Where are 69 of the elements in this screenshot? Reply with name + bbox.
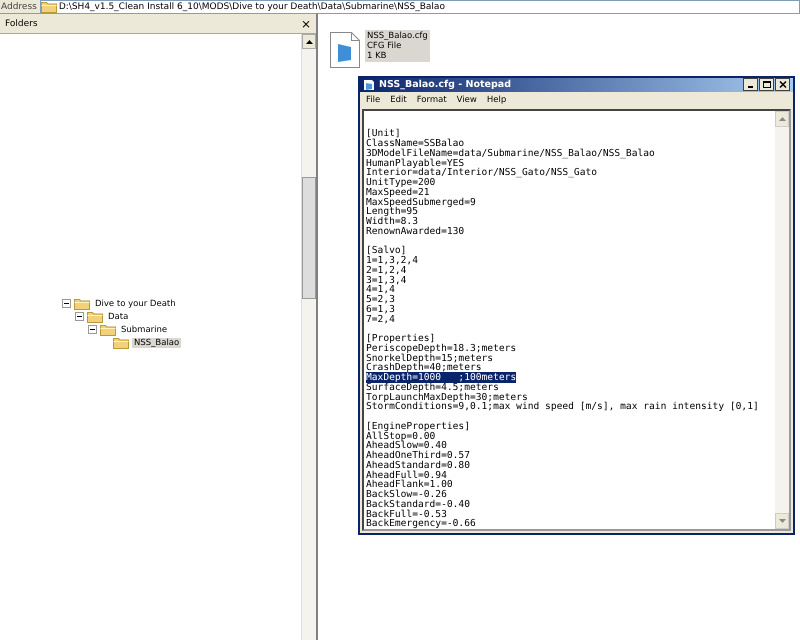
collapse-toggle-icon[interactable] xyxy=(88,325,97,334)
text-line: [Salvo] xyxy=(366,245,406,256)
tree-item[interactable]: Data xyxy=(106,312,130,322)
text-line: 6=1,3 xyxy=(366,304,395,315)
text-line: AheadOneThird=0.57 xyxy=(366,450,470,461)
text-line: SurfaceDepth=4.5;meters xyxy=(366,382,499,393)
maximize-icon[interactable] xyxy=(759,78,774,92)
folder-icon xyxy=(74,297,90,310)
folder-icon xyxy=(87,310,103,323)
scroll-up-icon[interactable] xyxy=(302,34,316,49)
text-line: Length=95 xyxy=(366,206,418,218)
text-line: 4=1,4 xyxy=(366,284,395,296)
address-field[interactable]: D:\SH4_v1.5_Clean Install 6_10\MODS\Dive to your Death\Data\Submarine\NSS_Balao xyxy=(40,0,800,13)
folder-icon xyxy=(113,336,129,349)
text-line: PeriscopeDepth=18.3;meters xyxy=(366,342,516,354)
text-line: AheadSlow=0.40 xyxy=(366,440,447,452)
window-title: NSS_Balao.cfg - Notepad xyxy=(379,79,512,90)
text-line: HumanPlayable=YES xyxy=(366,158,464,168)
scroll-thumb[interactable] xyxy=(302,177,316,299)
text-line: 5=2,3 xyxy=(366,294,395,305)
text-line: MaxSpeedSubmerged=9 xyxy=(366,196,476,208)
text-line: UnitType=200 xyxy=(366,177,436,188)
text-line: 3=1,3,4 xyxy=(366,274,406,286)
address-label: Address xyxy=(1,2,37,12)
folder-icon xyxy=(100,323,116,336)
text-line: BackStandard=-0.40 xyxy=(366,498,470,510)
text-line: AheadFull=0.94 xyxy=(366,470,447,480)
tree-item[interactable]: Dive to your Death xyxy=(93,298,178,308)
close-icon[interactable] xyxy=(775,78,790,92)
text-line: BackSlow=-0.26 xyxy=(366,489,447,500)
text-line: BackEmergency=-0.66 xyxy=(366,518,476,530)
file-label[interactable]: NSS_Balao.cfg CFG File 1 KB xyxy=(365,30,430,62)
text-line: 7=2,4 xyxy=(366,314,395,324)
scrollbar[interactable] xyxy=(301,34,316,640)
document-icon xyxy=(328,30,362,70)
pane-title: Folders xyxy=(5,18,38,28)
scroll-down-icon[interactable] xyxy=(775,513,789,529)
text-line: 2=1,2,4 xyxy=(366,264,406,276)
text-line: StormConditions=9,0.1;max wind speed [m/s], max rain intensity [0,1] xyxy=(366,401,759,412)
notepad-icon xyxy=(363,78,375,91)
menu-item[interactable]: File xyxy=(366,94,380,105)
tree-item[interactable]: NSS_Balao xyxy=(132,338,182,348)
folder-icon xyxy=(40,0,57,13)
menu-item[interactable]: Help xyxy=(486,94,506,105)
collapse-toggle-icon[interactable] xyxy=(62,299,71,308)
text-line: SnorkelDepth=15;meters xyxy=(366,352,494,364)
text-line: [EngineProperties] xyxy=(366,420,470,432)
text-line: Width=8.3 xyxy=(366,216,418,227)
text-line: RenownAwarded=130 xyxy=(366,226,464,237)
text-line: MaxSpeed=21 xyxy=(366,186,430,198)
text-line: BackFull=-0.53 xyxy=(366,508,447,520)
text-line: AllStop=0.00 xyxy=(366,430,436,442)
minimize-icon[interactable] xyxy=(743,78,758,92)
menu-item[interactable]: Format xyxy=(416,94,447,105)
text-line: TorpLaunchMaxDepth=30;meters xyxy=(366,392,528,402)
menu-item[interactable]: View xyxy=(456,94,477,105)
collapse-toggle-icon[interactable] xyxy=(75,312,84,321)
menu-item[interactable]: Edit xyxy=(390,94,407,105)
text-line: AheadFlank=1.00 xyxy=(366,479,453,490)
text-line: Interior=data/Interior/NSS_Gato/NSS_Gato xyxy=(366,167,598,178)
text-line: 1=1,3,2,4 xyxy=(366,255,418,266)
close-button[interactable]: × xyxy=(300,16,311,30)
text-line: ClassName=SSBalao xyxy=(366,138,464,149)
text-line: AheadStandard=0.80 xyxy=(366,460,470,471)
tree-item[interactable]: Submarine xyxy=(119,324,170,334)
text-line: 3DModelFileName=data/Submarine/NSS_Balao/NSS_Balao xyxy=(366,148,655,159)
text-line: [Properties] xyxy=(366,333,436,344)
text-line: [Unit] xyxy=(366,128,401,140)
text-line: CrashDepth=40;meters xyxy=(366,362,482,374)
